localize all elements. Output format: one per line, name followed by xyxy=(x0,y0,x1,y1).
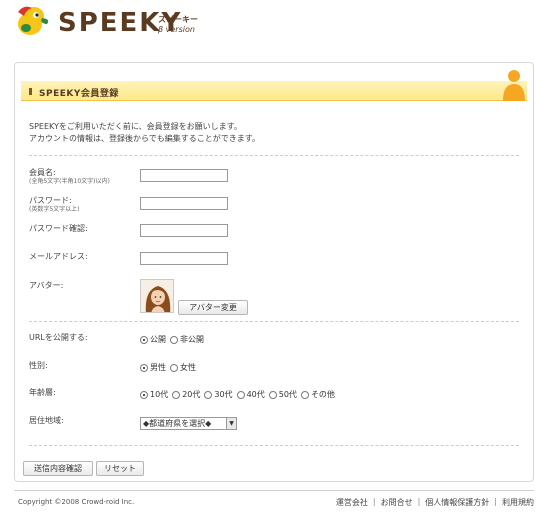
radio-unchecked-icon[interactable] xyxy=(236,390,245,399)
logo-version: β version xyxy=(158,25,195,34)
footer-link-privacy[interactable]: 個人情報保護方針 xyxy=(425,497,489,508)
age-radio-group: 10代 20代 30代 40代 50代 その他 xyxy=(140,389,339,400)
avatar-image-icon xyxy=(141,280,173,312)
chevron-down-icon[interactable]: ▼ xyxy=(226,418,236,429)
divider xyxy=(29,321,519,322)
submit-confirm-button[interactable]: 送信内容確認 xyxy=(23,461,93,476)
intro-text: SPEEKYをご利用いただく前に、会員登録をお願いします。 アカウントの情報は、… xyxy=(29,121,260,145)
radio-checked-icon[interactable] xyxy=(140,390,148,399)
age-label: 年齢層: xyxy=(29,388,56,397)
radio-url-public[interactable]: 公開 xyxy=(140,334,166,345)
radio-age-10s[interactable]: 10代 xyxy=(140,389,168,400)
person-icon xyxy=(503,70,525,101)
url-public-label: URLを公開する: xyxy=(29,333,88,342)
site-header: SPEEKY スピーキー β version xyxy=(0,0,558,56)
member-name-label: 会員名: xyxy=(29,168,56,177)
avatar-label: アバター: xyxy=(29,281,64,290)
radio-age-20s[interactable]: 20代 xyxy=(172,389,200,400)
password-label-group: パスワード: (英数字5文字以上) xyxy=(29,196,80,214)
radio-age-40s[interactable]: 40代 xyxy=(236,389,265,400)
password-confirm-label: パスワード確認: xyxy=(29,224,88,233)
radio-age-other[interactable]: その他 xyxy=(300,389,335,400)
footer-divider xyxy=(14,490,534,491)
gender-label: 性別: xyxy=(29,361,48,370)
region-label: 居住地域: xyxy=(29,416,64,425)
member-name-input[interactable] xyxy=(140,169,228,182)
radio-age-50s[interactable]: 50代 xyxy=(268,389,297,400)
avatar xyxy=(140,279,174,313)
divider xyxy=(29,445,519,446)
radio-age-30s[interactable]: 30代 xyxy=(204,389,233,400)
footer-link-company[interactable]: 運営会社 xyxy=(336,497,368,508)
region-select-value: ◆都道府県を選択◆ xyxy=(143,419,212,428)
footer-link-contact[interactable]: お問合せ xyxy=(381,497,413,508)
radio-unchecked-icon[interactable] xyxy=(204,390,213,399)
footer-separator: | xyxy=(417,497,421,506)
url-public-radio-group: 公開 非公開 xyxy=(140,334,208,345)
footer-separator: | xyxy=(494,497,497,506)
radio-gender-female[interactable]: 女性 xyxy=(170,362,196,373)
radio-checked-icon[interactable] xyxy=(140,363,148,372)
radio-unchecked-icon[interactable] xyxy=(170,335,178,344)
avatar-change-button[interactable]: アバター変更 xyxy=(178,300,248,315)
password-confirm-input[interactable] xyxy=(140,224,228,237)
radio-unchecked-icon[interactable] xyxy=(172,390,181,399)
region-select[interactable]: ◆都道府県を選択◆ ▼ xyxy=(140,417,237,430)
footer-links: 運営会社 | お問合せ | 個人情報保護方針 | 利用規約 xyxy=(336,497,534,508)
radio-url-private[interactable]: 非公開 xyxy=(170,334,204,345)
card-title-bar: SPEEKY会員登録 xyxy=(21,70,527,101)
member-name-label-group: 会員名: (全角5文字(半角10文字)以内) xyxy=(29,168,110,186)
email-label: メールアドレス: xyxy=(29,252,88,261)
intro-line-2: アカウントの情報は、登録後からでも編集することができます。 xyxy=(29,134,260,143)
email-input[interactable] xyxy=(140,252,228,265)
member-name-hint: (全角5文字(半角10文字)以内) xyxy=(29,178,110,185)
copyright: Copyright ©2008 Crowd-roid Inc. xyxy=(18,498,135,506)
password-hint: (英数字5文字以上) xyxy=(29,206,80,213)
intro-line-1: SPEEKYをご利用いただく前に、会員登録をお願いします。 xyxy=(29,122,242,131)
gender-radio-group: 男性 女性 xyxy=(140,362,200,373)
radio-unchecked-icon[interactable] xyxy=(268,390,277,399)
divider xyxy=(29,155,519,156)
logo-bird-icon[interactable] xyxy=(14,4,52,38)
footer-separator: | xyxy=(372,497,376,506)
title-marker-icon xyxy=(29,88,32,95)
radio-unchecked-icon[interactable] xyxy=(300,390,309,399)
footer-link-terms[interactable]: 利用規約 xyxy=(502,497,534,508)
radio-unchecked-icon[interactable] xyxy=(170,363,178,372)
password-input[interactable] xyxy=(140,197,228,210)
registration-card: SPEEKY会員登録 SPEEKYをご利用いただく前に、会員登録をお願いします。… xyxy=(14,62,534,482)
logo-kana: スピーキー xyxy=(158,15,198,24)
password-label: パスワード: xyxy=(29,196,72,205)
radio-gender-male[interactable]: 男性 xyxy=(140,362,166,373)
reset-button[interactable]: リセット xyxy=(96,461,144,476)
page-title: SPEEKY会員登録 xyxy=(39,89,119,99)
radio-checked-icon[interactable] xyxy=(140,335,148,344)
